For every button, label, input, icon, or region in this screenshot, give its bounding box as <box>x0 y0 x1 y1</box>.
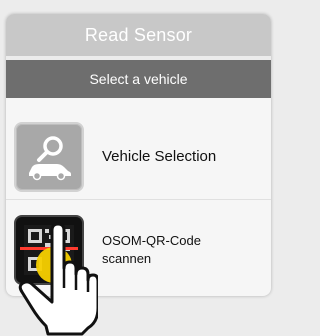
menu-item-qr-code-scan[interactable]: OSOM-QR-Code scannen <box>6 204 271 296</box>
section-subtitle: Select a vehicle <box>6 56 271 98</box>
page-title: Read Sensor <box>6 14 271 56</box>
menu-item-label-line1: OSOM-QR-Code <box>102 233 201 248</box>
menu-item-label: Vehicle Selection <box>102 148 217 165</box>
page-title-text: Read Sensor <box>84 24 193 45</box>
read-sensor-panel: Read Sensor Select a vehicle Vehicle Sel… <box>6 14 271 296</box>
vehicle-search-icon <box>14 121 84 192</box>
section-subtitle-text: Select a vehicle <box>89 71 188 87</box>
qr-code-scan-icon <box>14 215 84 285</box>
menu-item-label: OSOM-QR-Code scannen <box>102 232 222 268</box>
menu-item-label-line2: scannen <box>102 251 152 266</box>
menu-item-vehicle-selection[interactable]: Vehicle Selection <box>6 114 271 200</box>
